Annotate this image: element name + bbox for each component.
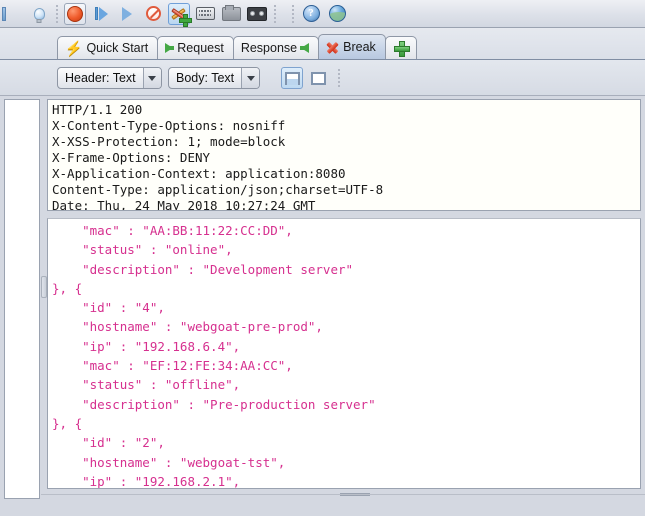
header-view-select[interactable]: Header: Text [57,67,162,89]
options-separator [338,69,340,87]
plus-icon [394,41,408,55]
split-view-icon [285,72,300,85]
header-view-label: Header: Text [58,68,143,88]
keyboard-icon[interactable] [193,2,217,26]
red-x-icon [326,41,339,54]
add-tab-button[interactable] [385,36,417,59]
arrow-right-icon [165,43,173,53]
main-toolbar: ? [0,0,645,28]
tab-label: Quick Start [86,41,148,55]
toolbar-separator-3 [292,5,294,23]
lightning-icon: ⚡ [65,41,82,55]
body-view-select[interactable]: Body: Text [168,67,260,89]
drop-request-icon[interactable] [141,2,165,26]
lightbulb-icon[interactable] [27,2,51,26]
toolbar-separator-2 [274,5,276,23]
body-view-label: Body: Text [169,68,241,88]
left-side-panel [4,99,40,499]
single-view-button[interactable] [307,67,329,89]
arrow-left-icon [301,43,309,53]
set-break-icon[interactable] [167,2,191,26]
chevron-down-icon[interactable] [241,68,259,88]
browser-globe-icon[interactable] [325,2,349,26]
continue-icon[interactable] [115,2,139,26]
view-options-bar: Header: Text Body: Text [0,60,645,96]
toolbar-separator [56,5,58,23]
tab-label: Break [343,40,376,54]
tab-break[interactable]: Break [318,34,386,59]
bottom-splitter-grip[interactable] [340,492,370,497]
single-view-icon [311,72,326,85]
cassette-icon[interactable] [245,2,269,26]
step-over-icon[interactable] [89,2,113,26]
response-body-text[interactable]: "mac" : "AA:BB:11:22:CC:DD", "status" : … [48,219,640,489]
record-icon[interactable] [63,2,87,26]
zap-break-panel: ? ⚡ Quick Start Request Response Break [0,0,645,516]
tab-quick-start[interactable]: ⚡ Quick Start [57,36,158,59]
response-body-panel[interactable]: "mac" : "AA:BB:11:22:CC:DD", "status" : … [47,218,641,489]
cut-off-icon[interactable] [1,2,25,26]
tab-strip: ⚡ Quick Start Request Response Break [0,28,645,60]
tab-response[interactable]: Response [233,36,319,59]
tab-label: Request [177,41,224,55]
response-header-panel[interactable]: HTTP/1.1 200 X-Content-Type-Options: nos… [47,99,641,211]
split-view-button[interactable] [281,67,303,89]
camera-icon[interactable] [219,2,243,26]
response-header-text[interactable]: HTTP/1.1 200 X-Content-Type-Options: nos… [48,100,640,211]
help-icon[interactable]: ? [299,2,323,26]
tab-request[interactable]: Request [157,36,234,59]
chevron-down-icon[interactable] [143,68,161,88]
tab-label: Response [241,41,297,55]
